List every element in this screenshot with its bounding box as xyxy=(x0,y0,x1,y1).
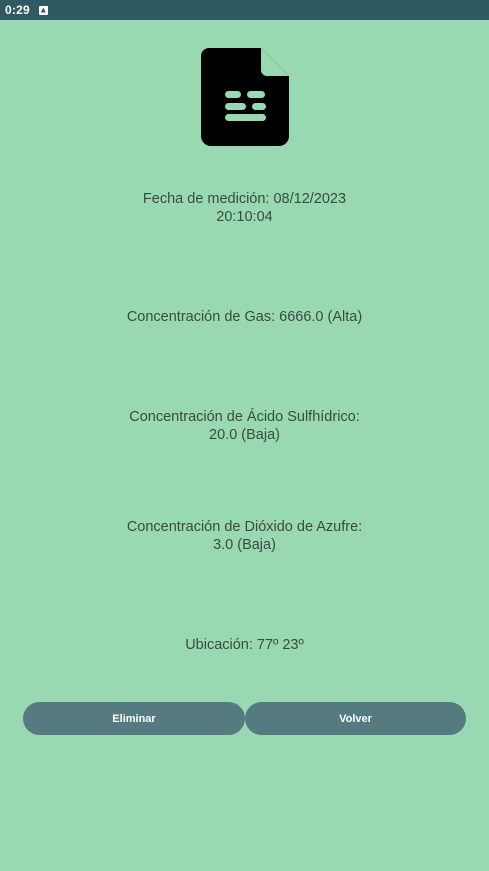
delete-button[interactable]: Eliminar xyxy=(23,702,245,735)
fecha-medicion-date: Fecha de medición: 08/12/2023 xyxy=(142,191,347,207)
fecha-medicion: Fecha de medición: 08/12/2023 20:10:04 xyxy=(0,190,489,226)
acido-value: 20.0 (Baja) xyxy=(209,427,280,443)
concentracion-dioxido-azufre: Concentración de Dióxido de Azufre: 3.0 … xyxy=(0,518,489,554)
concentracion-acido-sulfhidrico: Concentración de Ácido Sulfhídrico: 20.0… xyxy=(0,408,489,444)
status-bar: 0:29 xyxy=(0,0,489,20)
fecha-medicion-time: 20:10:04 xyxy=(216,209,273,225)
dioxido-label: Concentración de Dióxido de Azufre: xyxy=(126,519,363,535)
dioxido-value: 3.0 (Baja) xyxy=(213,537,276,553)
acido-label: Concentración de Ácido Sulfhídrico: xyxy=(129,409,360,425)
ubicacion: Ubicación: 77º 23º xyxy=(0,636,489,654)
document-icon xyxy=(201,48,289,146)
concentracion-gas-text: Concentración de Gas: 6666.0 (Alta) xyxy=(126,309,363,325)
status-time: 0:29 xyxy=(5,3,30,17)
concentracion-gas: Concentración de Gas: 6666.0 (Alta) xyxy=(0,308,489,326)
ubicacion-text: Ubicación: 77º 23º xyxy=(185,637,304,653)
back-button[interactable]: Volver xyxy=(245,702,466,735)
app-notification-icon xyxy=(38,5,48,15)
